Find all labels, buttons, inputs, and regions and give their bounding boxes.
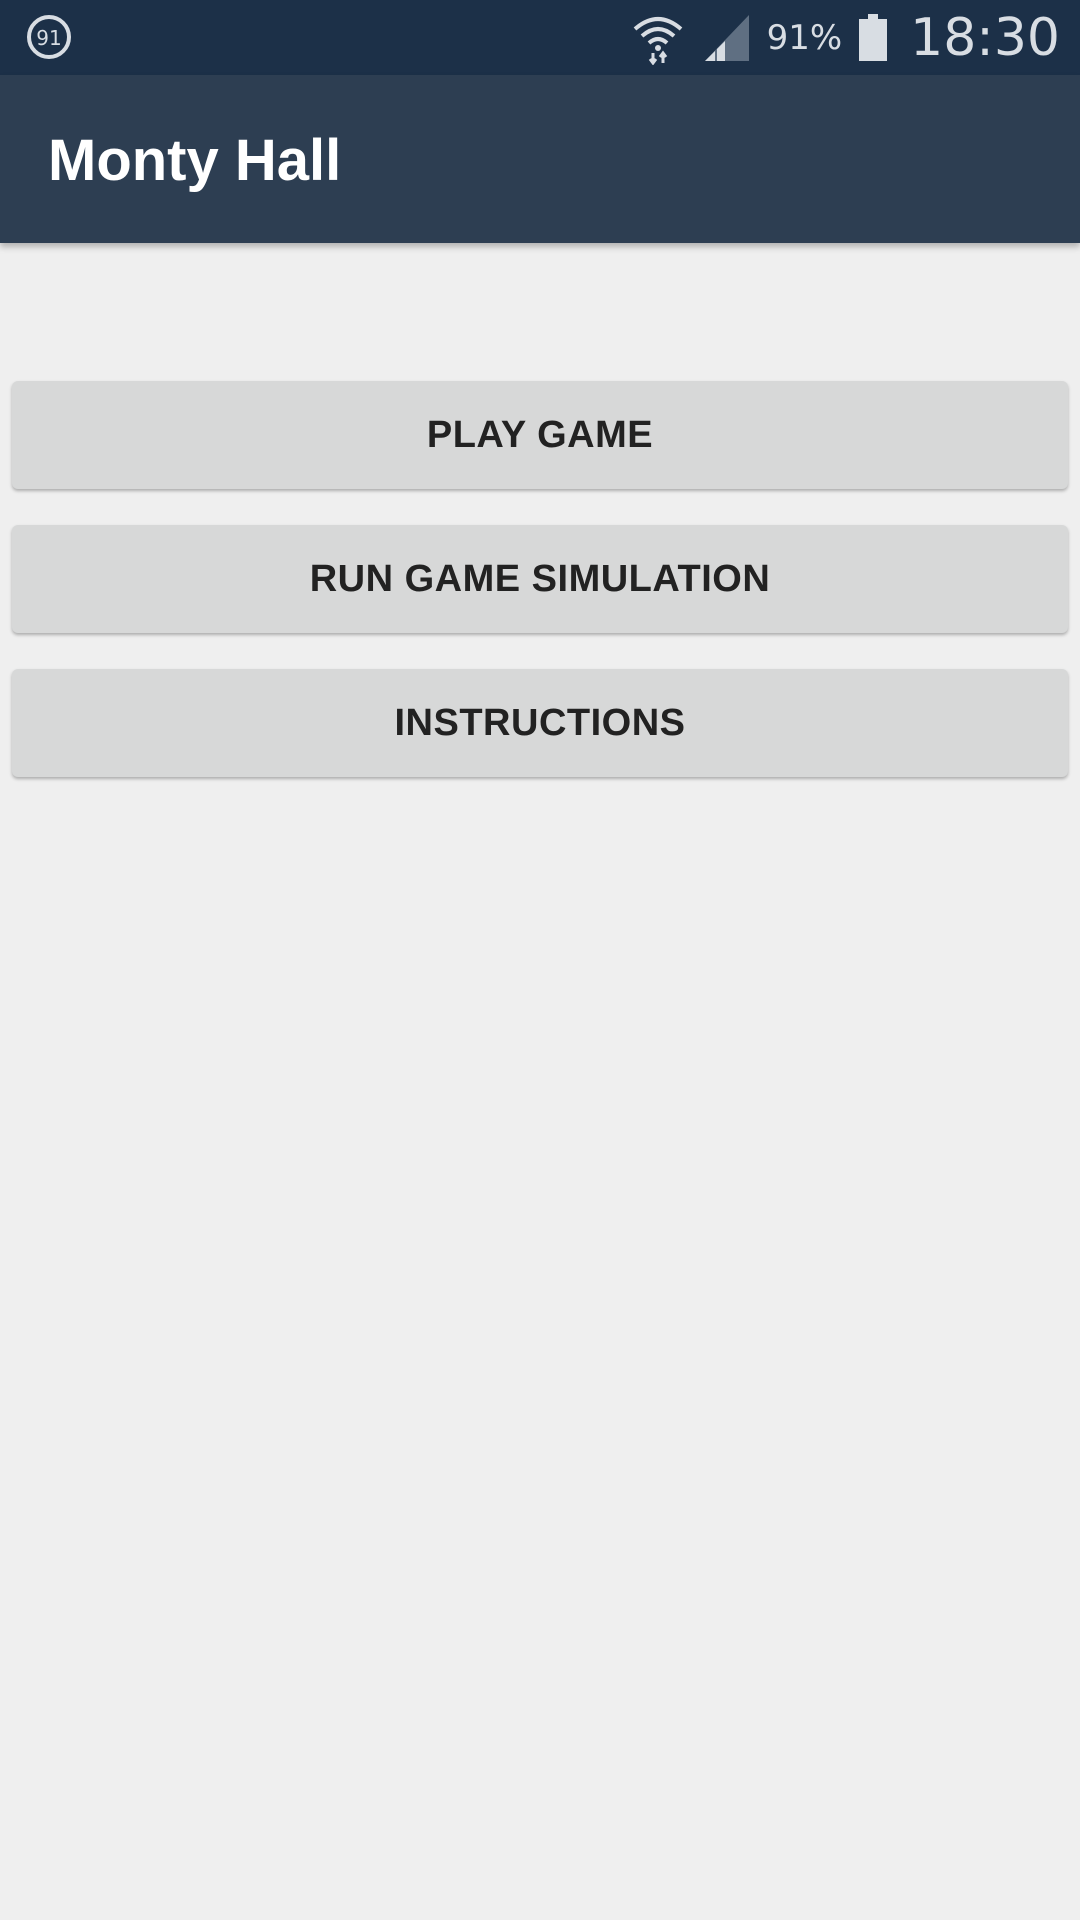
instructions-button[interactable]: INSTRUCTIONS xyxy=(12,669,1068,777)
screen: 91 91% 18:30 Monty Hall PLAY GAME RUN GA… xyxy=(0,0,1080,1920)
status-clock: 18:30 xyxy=(910,7,1060,68)
status-right-group: 91% 18:30 xyxy=(631,0,1060,75)
notification-counter-icon: 91 xyxy=(27,15,71,59)
run-simulation-button[interactable]: RUN GAME SIMULATION xyxy=(12,525,1068,633)
app-bar: Monty Hall xyxy=(0,75,1080,243)
notification-counter-text: 91 xyxy=(36,26,61,50)
app-title: Monty Hall xyxy=(48,128,342,193)
play-game-button[interactable]: PLAY GAME xyxy=(12,381,1068,489)
battery-icon xyxy=(859,13,888,61)
cell-signal-icon xyxy=(704,14,749,61)
battery-percent: 91% xyxy=(766,17,843,58)
status-bar: 91 91% 18:30 xyxy=(0,0,1080,75)
wifi-icon xyxy=(633,16,682,65)
